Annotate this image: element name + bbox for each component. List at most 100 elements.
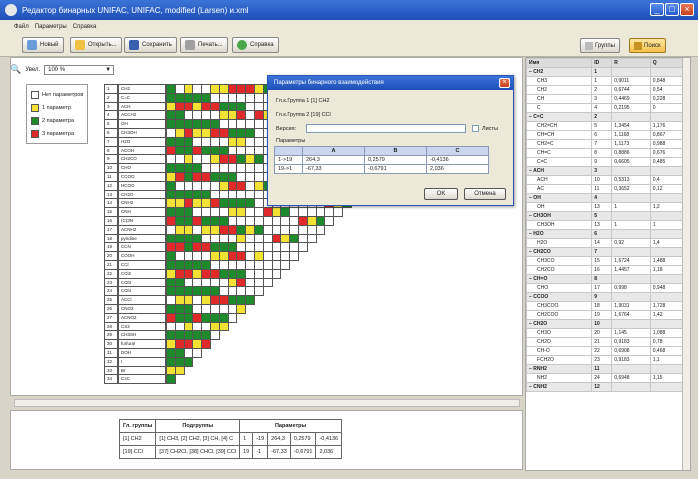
matrix-cell[interactable]: [218, 321, 229, 332]
table-cell[interactable]: -67,33: [302, 164, 365, 174]
print-button[interactable]: Печать...: [180, 37, 228, 53]
matrix-cell[interactable]: [192, 348, 203, 358]
matrix-cell[interactable]: [227, 312, 238, 323]
groups-button[interactable]: Группы: [580, 38, 620, 53]
matrix-cell[interactable]: [201, 339, 211, 349]
subgroup-row[interactable]: NH2 24 0,6948 1,15: [526, 373, 685, 383]
table-cell: 0,468: [649, 346, 685, 356]
subgroup-row[interactable]: ACH 10 0,5313 0,4: [526, 175, 685, 185]
subgroup-row[interactable]: CH 3 0,4469 0,228: [526, 94, 685, 104]
table-cell: CH2O: [526, 337, 593, 347]
subgroup-row[interactable]: OH 13 1 1,2: [526, 202, 685, 212]
menu-help[interactable]: Справка: [73, 24, 97, 30]
subgroup-row[interactable]: FCH2O 23 0,9183 1,1: [526, 355, 685, 365]
menu-parameters[interactable]: Параметры: [35, 24, 67, 30]
matrix-cell[interactable]: [298, 242, 308, 253]
table-row[interactable]: 19->1 -67,33 -0,6791 2,036: [274, 164, 489, 174]
group-row[interactable]: − C=C 2: [526, 112, 685, 122]
matrix-cell[interactable]: [254, 286, 264, 297]
help-label: Справка: [250, 42, 274, 48]
save-button[interactable]: Сохранить: [124, 37, 177, 53]
vertical-scrollbar[interactable]: [682, 58, 690, 470]
subgroup-row[interactable]: CH2COO 19 1,6764 1,42: [526, 310, 685, 320]
subgroup-row[interactable]: CH2=CH 5 1,3454 1,176: [526, 121, 685, 131]
new-button[interactable]: Новый: [22, 37, 64, 53]
table-cell[interactable]: 264,3: [302, 155, 365, 165]
matrix-cell[interactable]: [210, 330, 220, 341]
groups-table: Имя ID R Q − CH2 1 CH3 1 0,9011 0,848 CH2 2 0,67…: [526, 58, 685, 392]
subgroup-row[interactable]: H2O 14 0,92 1,4: [526, 238, 685, 248]
table-cell[interactable]: 0,2579: [364, 155, 427, 165]
matrix-cell[interactable]: [271, 268, 282, 279]
subgroup-row[interactable]: CHO 17 0,998 0,948: [526, 283, 685, 293]
subgroup-row[interactable]: CH3CO 15 1,6724 1,488: [526, 256, 685, 266]
ok-button[interactable]: OK: [424, 188, 458, 200]
subgroup-row[interactable]: C=C 9 0,6605 0,485: [526, 157, 685, 167]
dialog-close-button[interactable]: ×: [499, 78, 510, 88]
subgroup-row[interactable]: C 4 0,2195 0: [526, 103, 685, 113]
matrix-cell[interactable]: [183, 356, 194, 367]
subgroup-row[interactable]: CH3OH 13 1 1: [526, 220, 685, 230]
close-button[interactable]: ×: [680, 3, 694, 16]
open-button[interactable]: Открыть...: [70, 37, 122, 53]
matrix-cell[interactable]: [289, 251, 299, 261]
table-cell[interactable]: -0,4136: [426, 155, 489, 165]
group-row[interactable]: − CNH2 12: [526, 382, 685, 392]
cancel-button[interactable]: Отмена: [464, 188, 506, 200]
subgroup-row[interactable]: CH=C 8 0,8886 0,676: [526, 148, 685, 158]
subgroup-row[interactable]: AC 11 0,3652 0,12: [526, 184, 685, 194]
group-row[interactable]: − CH3OH 5: [526, 211, 685, 221]
sheets-checkbox[interactable]: [472, 125, 479, 132]
group-row[interactable]: − ACH 3: [526, 166, 685, 176]
menu-file[interactable]: Файл: [14, 24, 29, 30]
minimize-button[interactable]: _: [650, 3, 664, 16]
print-label: Печать...: [198, 42, 223, 48]
matrix-cell[interactable]: [174, 365, 185, 376]
matrix-cell[interactable]: [333, 207, 343, 217]
table-cell: 10: [591, 175, 613, 185]
matrix-cell[interactable]: [306, 233, 317, 244]
subgroup-row[interactable]: CH3COO 18 1,9031 1,728: [526, 301, 685, 311]
table-cell[interactable]: 2,036: [426, 164, 489, 174]
table-cell: [611, 319, 651, 329]
group-row[interactable]: − H2O 6: [526, 229, 685, 239]
subgroup-row[interactable]: CH3O 20 1,145 1,088: [526, 328, 685, 338]
version-input[interactable]: [306, 124, 466, 133]
subgroup-row[interactable]: CH2O 21 0,9183 0,78: [526, 337, 685, 347]
table-cell: C=C: [526, 157, 593, 167]
table-cell: 1,1173: [611, 139, 651, 149]
matrix-cell[interactable]: [166, 374, 176, 385]
table-cell: [611, 247, 651, 257]
table-cell: CH3CO: [526, 256, 593, 266]
group-row[interactable]: − CCOO 9: [526, 292, 685, 302]
table-row[interactable]: [1] CH2 [1] CH3, [2] CH2, [3] CH, [4] C …: [118, 432, 343, 446]
table-cell: 0,12: [649, 184, 685, 194]
subgroup-row[interactable]: CH=CH 6 1,1168 0,867: [526, 130, 685, 140]
matrix-cell[interactable]: [236, 304, 247, 314]
table-cell: 1,145: [611, 328, 651, 338]
matrix-cell[interactable]: [245, 295, 255, 305]
group-row[interactable]: − CH=O 8: [526, 274, 685, 284]
horizontal-scrollbar[interactable]: [14, 399, 520, 407]
group-row[interactable]: − RNH2 11: [526, 364, 685, 374]
group-row[interactable]: − CH2CO 7: [526, 247, 685, 257]
group-row[interactable]: − CH2 1: [526, 67, 685, 77]
subgroup-row[interactable]: CH2=C 7 1,1173 0,988: [526, 139, 685, 149]
matrix-cell[interactable]: [315, 224, 326, 235]
group-row[interactable]: − CH2O 10: [526, 319, 685, 329]
subgroup-row[interactable]: CH3 1 0,9011 0,848: [526, 76, 685, 86]
matrix-cell[interactable]: [262, 277, 273, 288]
table-row[interactable]: 1->19 264,3 0,2579 -0,4136: [274, 155, 489, 165]
help-button[interactable]: Справка: [232, 37, 279, 53]
subgroup-row[interactable]: CH2 2 0,6744 0,54: [526, 85, 685, 95]
group-row[interactable]: − OH 4: [526, 193, 685, 203]
table-cell[interactable]: -0,6791: [364, 164, 427, 174]
search-button[interactable]: Поиск: [629, 38, 666, 53]
zoom-select[interactable]: 100 % ▼: [44, 64, 115, 75]
matrix-cell[interactable]: [280, 260, 291, 270]
table-row[interactable]: [19] CCl [37] CH2Cl, [38] CHCl, [39] CCl…: [118, 445, 343, 459]
matrix-cell[interactable]: [324, 216, 335, 226]
subgroup-row[interactable]: CH-O 22 0,6908 0,468: [526, 346, 685, 356]
maximize-button[interactable]: □: [665, 3, 679, 16]
subgroup-row[interactable]: CH2CO 16 1,4457 1,18: [526, 265, 685, 275]
